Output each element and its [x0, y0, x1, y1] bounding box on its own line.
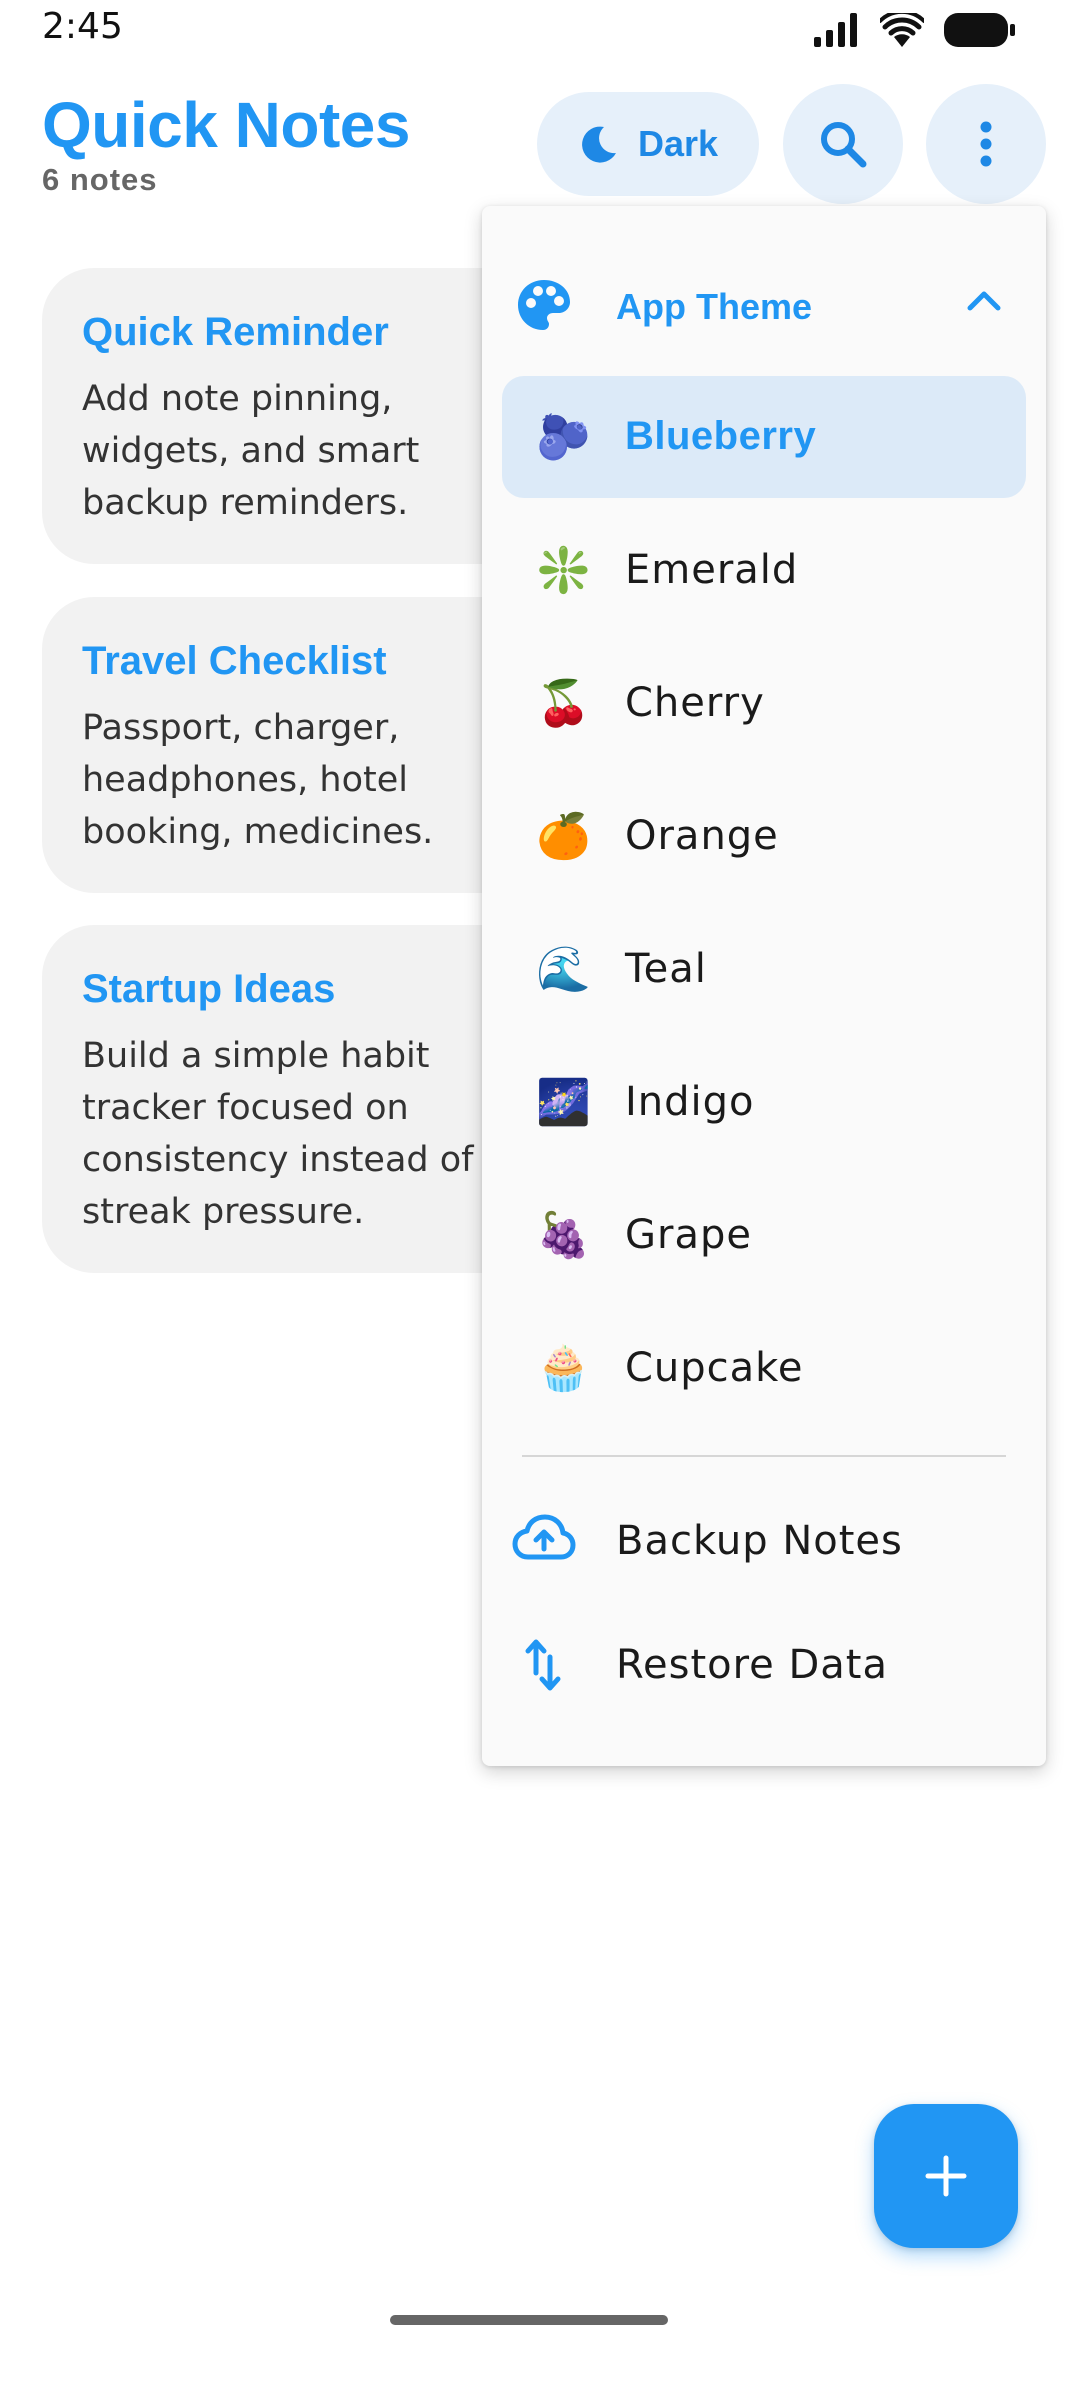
- note-body: Build a simple habit tracker focused on …: [82, 1030, 522, 1238]
- note-body-line: widgets, and smart: [82, 431, 420, 471]
- theme-option-emerald[interactable]: ❇️ Emerald: [502, 509, 1026, 631]
- note-title: Travel Checklist: [82, 639, 387, 683]
- theme-option-label: Emerald: [625, 547, 799, 593]
- dark-mode-label: Dark: [637, 123, 719, 164]
- theme-option-blueberry[interactable]: 🫐 Blueberry: [502, 376, 1026, 498]
- battery-icon: [944, 13, 1015, 47]
- plus-icon: [925, 2155, 967, 2197]
- note-body-line: streak pressure.: [82, 1192, 365, 1232]
- search-icon: [821, 122, 867, 168]
- theme-option-label: Cupcake: [625, 1345, 804, 1391]
- note-title: Startup Ideas: [82, 967, 336, 1011]
- note-title: Quick Reminder: [82, 310, 389, 354]
- restore-data-item[interactable]: Restore Data: [482, 1609, 1046, 1721]
- theme-option-cherry[interactable]: 🍒 Cherry: [502, 642, 1026, 764]
- note-body-line: headphones, hotel: [82, 760, 408, 800]
- theme-option-teal[interactable]: 🌊 Teal: [502, 908, 1026, 1030]
- signal-icon: [814, 13, 857, 47]
- moon-icon: [582, 126, 616, 163]
- note-body-line: Build a simple habit: [82, 1036, 430, 1076]
- theme-section-header[interactable]: App Theme: [482, 246, 1046, 366]
- note-body-line: backup reminders.: [82, 483, 409, 523]
- note-body-line: tracker focused on: [82, 1088, 409, 1128]
- sparkle-icon: ❇️: [536, 545, 591, 596]
- status-icons: [814, 10, 1016, 50]
- backup-notes-item[interactable]: Backup Notes: [482, 1485, 1046, 1597]
- cloud-upload-icon: [512, 1514, 576, 1560]
- palette-icon: [518, 280, 570, 330]
- status-time: 2:45: [42, 6, 123, 47]
- theme-option-label: Blueberry: [625, 414, 817, 458]
- note-count: 6 notes: [42, 162, 158, 197]
- home-indicator[interactable]: [390, 2315, 668, 2325]
- theme-option-label: Cherry: [625, 680, 765, 726]
- theme-option-indigo[interactable]: 🌌 Indigo: [502, 1041, 1026, 1163]
- theme-option-cupcake[interactable]: 🧁 Cupcake: [502, 1307, 1026, 1429]
- theme-option-label: Teal: [625, 946, 707, 992]
- search-button[interactable]: [783, 84, 903, 204]
- status-bar: 2:45: [0, 0, 1080, 60]
- theme-option-label: Grape: [625, 1212, 752, 1258]
- wifi-icon: [880, 13, 924, 47]
- note-body: Add note pinning, widgets, and smart bac…: [82, 373, 522, 529]
- action-label: Backup Notes: [616, 1518, 903, 1564]
- add-note-button[interactable]: [874, 2104, 1018, 2248]
- swap-vert-icon: [525, 1639, 561, 1691]
- menu-divider: [522, 1455, 1006, 1457]
- theme-option-grape[interactable]: 🍇 Grape: [502, 1174, 1026, 1296]
- cherry-icon: 🍒: [536, 678, 591, 729]
- grape-icon: 🍇: [536, 1210, 591, 1261]
- cupcake-icon: 🧁: [536, 1343, 591, 1394]
- action-label: Restore Data: [616, 1642, 888, 1688]
- note-body-line: Passport, charger,: [82, 708, 400, 748]
- dark-mode-button[interactable]: Dark: [537, 92, 759, 196]
- more-options-button[interactable]: [926, 84, 1046, 204]
- orange-icon: 🍊: [536, 811, 591, 862]
- more-vert-icon: [980, 121, 992, 167]
- note-body-line: Add note pinning,: [82, 379, 393, 419]
- wave-icon: 🌊: [536, 944, 591, 995]
- chevron-up-icon: [967, 291, 1001, 311]
- galaxy-icon: 🌌: [536, 1077, 591, 1128]
- overflow-menu: App Theme 🫐 Blueberry ❇️ Emerald 🍒 Cherr…: [482, 206, 1046, 1766]
- screen: 2:45 Quick Notes 6 notes Dark Quick Remi…: [0, 0, 1080, 2400]
- theme-option-orange[interactable]: 🍊 Orange: [502, 775, 1026, 897]
- theme-option-label: Indigo: [625, 1079, 755, 1125]
- note-body: Passport, charger, headphones, hotel boo…: [82, 702, 522, 858]
- page-title: Quick Notes: [42, 89, 410, 161]
- blueberry-icon: 🫐: [536, 412, 591, 463]
- theme-option-label: Orange: [625, 813, 779, 859]
- theme-section-label: App Theme: [616, 286, 813, 327]
- note-body-line: consistency instead of: [82, 1140, 474, 1180]
- note-body-line: booking, medicines.: [82, 812, 434, 852]
